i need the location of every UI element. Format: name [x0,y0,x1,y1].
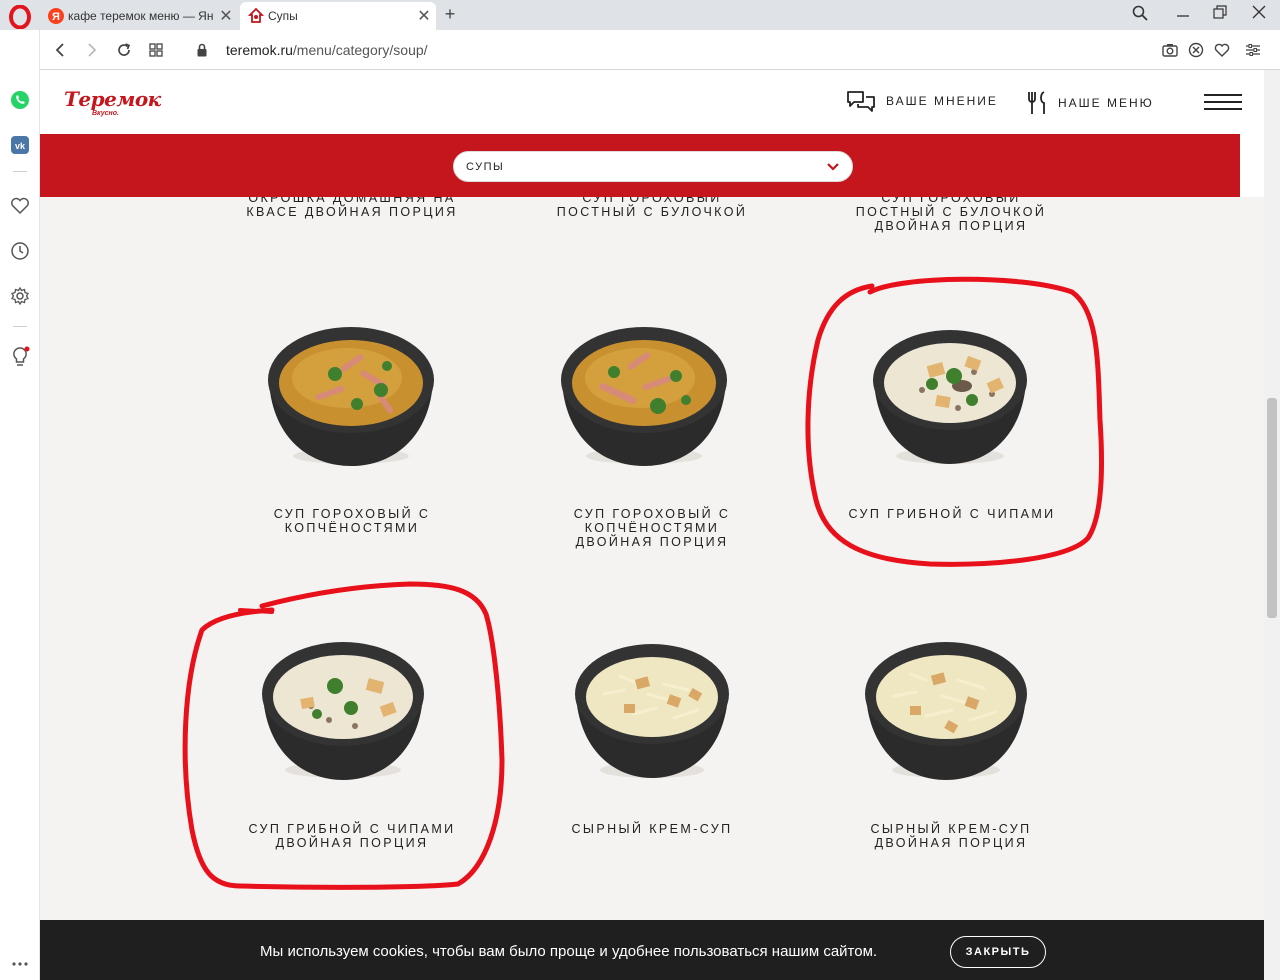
cookie-banner: Мы используем cookies, чтобы вам было пр… [40,920,1264,980]
close-tab-icon[interactable]: ✕ [214,6,238,26]
logo-text: Теремок [64,87,161,111]
mushroom-soup-image[interactable] [862,320,1038,470]
yandex-icon: Я [48,8,64,24]
category-select-value: СУПЫ [466,161,505,173]
whatsapp-icon[interactable] [8,88,32,112]
menu-item-caption[interactable]: СУП ГОРОХОВЫЙ ПОСТНЫЙ С БУЛОЧКОЙ ДВОЙНАЯ… [821,197,1081,233]
yandex-letter: Я [52,11,60,23]
menu-item-caption[interactable]: СЫРНЫЙ КРЕМ-СУП ДВОЙНАЯ ПОРЦИЯ [821,822,1081,850]
teremok-icon [248,8,264,24]
category-bar: СУПЫ [40,134,1240,197]
page-scrollbar[interactable] [1264,70,1280,980]
opera-logo-icon[interactable] [6,3,34,31]
category-select[interactable]: СУПЫ [453,151,853,182]
adblock-icon[interactable] [1187,41,1205,59]
chevron-down-icon [826,160,840,179]
sidebar-divider [13,326,27,327]
speed-dial-icon[interactable] [144,38,168,62]
heart-icon[interactable] [8,194,32,218]
tab-yandex-search[interactable]: Я кафе теремок меню — Ян ✕ [40,2,238,30]
browser-sidebar: vk [0,30,40,980]
menu-item-caption[interactable]: СУП ГОРОХОВЫЙ С КОПЧЁНОСТЯМИ ДВОЙНАЯ ПОР… [522,507,782,549]
menu-grid: ОКРОШКА ДОМАШНЯЯ НА КВАСЕ ДВОЙНАЯ ПОРЦИЯ… [40,197,1264,920]
lightbulb-icon[interactable] [8,345,32,369]
url-host: teremok.ru [226,42,293,58]
pea-soup-image[interactable] [263,320,439,470]
new-tab-button[interactable]: + [440,4,460,25]
address-bar: teremok.ru/menu/category/soup/ [40,30,1280,70]
menu-item-caption[interactable]: СЫРНЫЙ КРЕМ-СУП [522,822,782,836]
menu-item-caption[interactable]: ОКРОШКА ДОМАШНЯЯ НА КВАСЕ ДВОЙНАЯ ПОРЦИЯ [222,197,482,219]
search-icon[interactable] [1127,5,1153,25]
heart-icon[interactable] [1213,41,1231,59]
lock-icon[interactable] [190,38,214,62]
url-path: /menu/category/soup/ [292,42,428,58]
menu-item-caption[interactable]: СУП ГРИБНОЙ С ЧИПАМИ ДВОЙНАЯ ПОРЦИЯ [222,822,482,850]
history-icon[interactable] [8,239,32,263]
back-icon[interactable] [48,38,72,62]
easy-setup-icon[interactable] [1244,41,1262,59]
reload-icon[interactable] [112,38,136,62]
scrollbar-thumb[interactable] [1267,398,1277,618]
hamburger-menu-icon[interactable] [1204,94,1242,112]
sidebar-divider [13,171,27,172]
vk-label: vk [15,141,26,151]
site-header: Теремок Вкусно. ВАШЕ МНЕНИЕ НАШЕ МЕНЮ [40,70,1242,134]
menu-item-caption[interactable]: СУП ГОРОХОВЫЙ С КОПЧЁНОСТЯМИ [222,507,482,535]
minimize-icon[interactable] [1170,5,1196,23]
feedback-label: ВАШЕ МНЕНИЕ [886,94,998,108]
settings-icon[interactable] [8,284,32,308]
pea-soup-double-image[interactable] [556,320,732,470]
tab-title: кафе теремок меню — Ян [68,9,214,23]
forward-icon[interactable] [80,38,104,62]
close-tab-icon[interactable]: ✕ [412,6,436,26]
url-field[interactable]: teremok.ru/menu/category/soup/ [226,42,428,58]
fork-knife-icon [1028,91,1045,114]
mushroom-soup-double-image[interactable] [255,634,431,784]
cheese-soup-image[interactable] [564,634,740,784]
teremok-logo[interactable]: Теремок Вкусно. [64,87,161,117]
menu-label: НАШЕ МЕНЮ [1058,96,1154,110]
cheese-soup-double-image[interactable] [858,634,1034,784]
cookie-close-button[interactable]: ЗАКРЫТЬ [950,936,1046,968]
cookie-message: Мы используем cookies, чтобы вам было пр… [260,943,878,960]
tab-title: Супы [268,9,298,23]
camera-icon[interactable] [1161,41,1179,59]
chat-bubbles-icon [847,91,875,112]
logo-tagline: Вкусно. [92,110,119,117]
feedback-link[interactable]: ВАШЕ МНЕНИЕ [846,90,998,112]
menu-link[interactable]: НАШЕ МЕНЮ [1026,90,1154,116]
vk-icon[interactable]: vk [8,133,32,157]
tab-soups[interactable]: Супы ✕ [240,2,436,30]
menu-item-caption[interactable]: СУП ГОРОХОВЫЙ ПОСТНЫЙ С БУЛОЧКОЙ [522,197,782,219]
browser-tab-bar: Я кафе теремок меню — Ян ✕ Супы ✕ + [0,0,1280,30]
close-window-icon[interactable] [1246,5,1272,23]
menu-item-caption[interactable]: СУП ГРИБНОЙ С ЧИПАМИ [822,507,1082,521]
restore-icon[interactable] [1207,5,1233,23]
more-icon[interactable] [8,952,32,976]
